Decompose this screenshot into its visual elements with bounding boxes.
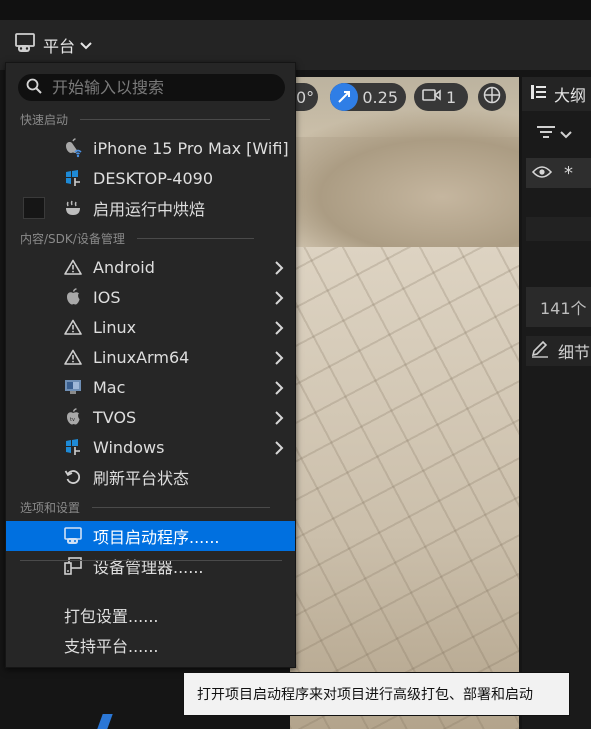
- quick-launch-iphone[interactable]: iPhone 15 Pro Max [Wifi]: [6, 133, 295, 163]
- platform-label: TVOS: [93, 407, 137, 427]
- platform-label: Linux: [93, 317, 137, 337]
- section-label: 内容/SDK/设备管理: [20, 232, 125, 246]
- details-title: 细节: [558, 343, 591, 362]
- platform-ios[interactable]: IOS: [6, 282, 295, 312]
- apple-tv-icon: tv: [63, 407, 83, 427]
- platform-label: Mac: [93, 377, 126, 397]
- project-launcher-label: 项目启动程序......: [93, 528, 220, 547]
- project-launcher-icon: [63, 526, 83, 546]
- chevron-right-icon: [274, 320, 284, 339]
- cook-on-the-fly-checkbox[interactable]: [23, 197, 45, 219]
- device-manager-label: 设备管理器......: [93, 558, 204, 577]
- platform-label: Windows: [93, 437, 165, 457]
- pencil-icon: [530, 340, 550, 362]
- section-content-sdk: 内容/SDK/设备管理: [20, 230, 254, 247]
- menu-search-box[interactable]: [18, 74, 285, 101]
- outliner-tab[interactable]: 大纲: [522, 77, 591, 111]
- platform-gamepad-icon: [14, 32, 38, 58]
- outliner-count: 141个: [526, 287, 591, 327]
- platform-tvos[interactable]: tv TVOS: [6, 402, 295, 432]
- platform-label: IOS: [93, 287, 121, 307]
- chevron-right-icon: [274, 410, 284, 429]
- rotation-snap-value: 0°: [296, 87, 315, 107]
- platforms-dropdown-button[interactable]: 平台: [14, 32, 92, 58]
- packaging-settings-item[interactable]: 打包设置......: [64, 603, 159, 627]
- platform-linux[interactable]: Linux: [6, 312, 295, 342]
- outliner-icon: [530, 83, 548, 105]
- chevron-down-icon: [560, 125, 572, 144]
- platforms-menu: 快速启动 iPhone 15 Pro Max [Wifi] DESKTOP-40…: [5, 62, 296, 668]
- viewport-dunes: [290, 107, 519, 257]
- section-label: 选项和设置: [20, 501, 81, 515]
- warning-icon: [63, 347, 83, 367]
- title-strip: [0, 0, 591, 20]
- apple-wifi-icon: [63, 138, 83, 158]
- platform-android[interactable]: Android: [6, 252, 295, 282]
- search-input[interactable]: [50, 77, 274, 98]
- bake-icon: [63, 198, 83, 218]
- quick-launch-desktop[interactable]: DESKTOP-4090: [6, 163, 295, 193]
- quick-launch-label: DESKTOP-4090: [93, 168, 213, 188]
- refresh-icon: [63, 467, 83, 487]
- device-manager-icon: [63, 556, 83, 576]
- platform-windows[interactable]: Windows: [6, 432, 295, 462]
- outliner-title: 大纲: [554, 86, 587, 105]
- outliner-filter-button[interactable]: [522, 117, 591, 151]
- platform-linuxarm64[interactable]: LinuxArm64: [6, 342, 295, 372]
- section-divider: [92, 507, 271, 508]
- camera-speed-pill[interactable]: 1: [414, 83, 468, 111]
- section-label: 快速启动: [20, 113, 69, 127]
- scale-snap-pill[interactable]: 0.25: [330, 83, 406, 111]
- outliner-row: [526, 217, 591, 241]
- details-tab[interactable]: 细节: [526, 336, 591, 366]
- project-launcher-tooltip: 打开项目启动程序来对项目进行高级打包、部署和启动: [183, 672, 570, 716]
- viewport-gizmo-fragment: [97, 714, 113, 729]
- platform-mac[interactable]: Mac: [6, 372, 295, 402]
- windows-device-icon: [63, 168, 83, 188]
- search-icon: [26, 78, 42, 98]
- project-launcher-item[interactable]: 项目启动程序......: [6, 521, 295, 551]
- platform-label: LinuxArm64: [93, 347, 190, 367]
- warning-icon: [63, 257, 83, 277]
- chevron-down-icon: [80, 36, 92, 55]
- eye-icon[interactable]: [531, 164, 553, 183]
- section-options: 选项和设置: [20, 499, 271, 516]
- apple-icon: [63, 287, 83, 307]
- level-viewport[interactable]: [290, 77, 519, 729]
- scale-snap-icon: [330, 83, 359, 111]
- windows-icon: [63, 437, 83, 457]
- chevron-right-icon: [274, 350, 284, 369]
- refresh-platform-status[interactable]: 刷新平台状态: [6, 462, 295, 492]
- layout-button[interactable]: [478, 83, 506, 111]
- star-icon[interactable]: *: [564, 163, 573, 184]
- warning-icon: [63, 317, 83, 337]
- platforms-label: 平台: [43, 37, 76, 56]
- viewport-floor: [290, 247, 519, 729]
- supported-platforms-item[interactable]: 支持平台......: [64, 633, 159, 657]
- section-divider: [136, 238, 254, 239]
- camera-icon: [422, 87, 442, 107]
- mac-icon: [63, 377, 83, 397]
- outliner-column-header: *: [526, 158, 591, 188]
- svg-text:tv: tv: [70, 417, 75, 423]
- quick-launch-label: iPhone 15 Pro Max [Wifi]: [93, 138, 289, 158]
- camera-speed-value: 1: [446, 87, 457, 107]
- device-manager-item[interactable]: 设备管理器......: [6, 551, 295, 581]
- filter-icon: [536, 124, 556, 144]
- enable-cook-on-the-fly[interactable]: 启用运行中烘焙: [6, 193, 295, 223]
- cook-on-the-fly-label: 启用运行中烘焙: [93, 200, 206, 219]
- section-divider: [80, 119, 271, 120]
- menu-divider: [20, 560, 282, 561]
- chevron-right-icon: [274, 290, 284, 309]
- chevron-right-icon: [274, 380, 284, 399]
- refresh-label: 刷新平台状态: [93, 469, 190, 488]
- section-quick-launch: 快速启动: [20, 111, 271, 128]
- scale-snap-value: 0.25: [362, 87, 398, 107]
- platform-label: Android: [93, 257, 155, 277]
- outliner-panel: 大纲 * 141个 细节: [522, 77, 591, 729]
- grid-layout-icon: [483, 86, 501, 108]
- chevron-right-icon: [274, 440, 284, 459]
- chevron-right-icon: [274, 260, 284, 279]
